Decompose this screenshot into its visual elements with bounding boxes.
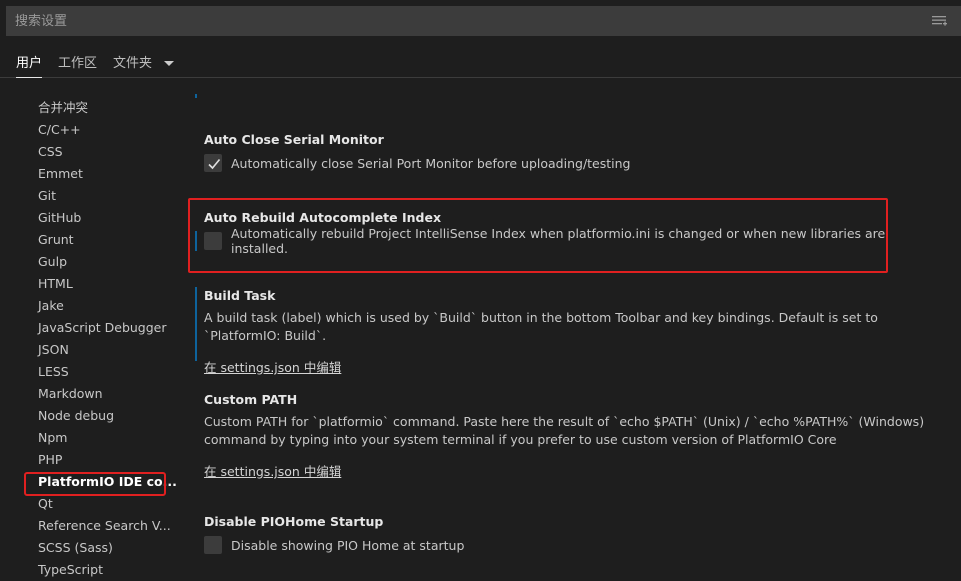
sidebar-item-gulp[interactable]: Gulp <box>38 253 67 271</box>
setting-build-task: Build Task A build task (label) which is… <box>195 287 944 376</box>
checkbox-label: Disable showing PIO Home at startup <box>231 537 465 553</box>
search-bar <box>6 6 961 36</box>
setting-title: Auto Close Serial Monitor <box>204 132 384 147</box>
tab-folder-label: 文件夹 <box>113 56 153 71</box>
sidebar-item-grunt[interactable]: Grunt <box>38 231 74 249</box>
sidebar-item-npm[interactable]: Npm <box>38 429 67 447</box>
modified-indicator-bar <box>195 287 197 361</box>
sidebar-item-scss[interactable]: SCSS (Sass) <box>38 539 113 557</box>
tab-folder[interactable]: 文件夹 <box>113 52 175 77</box>
checkbox-row: Automatically close Serial Port Monitor … <box>204 153 944 173</box>
settings-page: 用户 工作区 文件夹 合并冲突 C/C++ CSS Emmet Git GitH… <box>0 0 961 581</box>
edit-in-settings-json-link[interactable]: 在 settings.json 中编辑 <box>204 461 341 480</box>
sidebar-annotation-highlight <box>24 472 166 496</box>
sidebar-item-json[interactable]: JSON <box>38 341 69 359</box>
setting-custom-path: Custom PATH Custom PATH for `platformio`… <box>204 391 944 480</box>
settings-scope-tabs: 用户 工作区 文件夹 <box>0 44 961 78</box>
sidebar-item-less[interactable]: LESS <box>38 363 69 381</box>
chevron-down-icon[interactable] <box>164 60 175 67</box>
sidebar-item-javascript-debugger[interactable]: JavaScript Debugger <box>38 319 167 337</box>
sidebar-item-typescript[interactable]: TypeScript <box>38 561 103 579</box>
sidebar-item-github[interactable]: GitHub <box>38 209 81 227</box>
sidebar-item-git[interactable]: Git <box>38 187 56 205</box>
tab-user[interactable]: 用户 <box>16 52 43 78</box>
sidebar-item-php[interactable]: PHP <box>38 451 62 469</box>
settings-toc-sidebar: 合并冲突 C/C++ CSS Emmet Git GitHub Grunt Gu… <box>0 96 180 581</box>
setting-description: Custom PATH for `platformio` command. Pa… <box>204 414 925 447</box>
setting-annotation-highlight <box>188 198 888 273</box>
edit-in-settings-json-link[interactable]: 在 settings.json 中编辑 <box>204 357 341 376</box>
sidebar-item-qt[interactable]: Qt <box>38 495 53 513</box>
checkmark-icon <box>208 158 221 170</box>
disable-piohome-checkbox[interactable] <box>204 536 222 554</box>
setting-description: A build task (label) which is used by `B… <box>204 310 878 343</box>
checkbox-label: Automatically close Serial Port Monitor … <box>231 155 631 171</box>
sidebar-item-merge-conflict[interactable]: 合并冲突 <box>38 99 88 117</box>
scroll-edge-indicator <box>195 94 197 98</box>
sidebar-item-cpp[interactable]: C/C++ <box>38 121 81 139</box>
filter-list-icon[interactable] <box>932 15 948 27</box>
setting-title: Disable PIOHome Startup <box>204 514 384 529</box>
sidebar-item-emmet[interactable]: Emmet <box>38 165 83 183</box>
setting-auto-close-serial-monitor: Auto Close Serial Monitor Automatically … <box>204 131 944 173</box>
auto-close-checkbox[interactable] <box>204 154 222 172</box>
setting-title: Custom PATH <box>204 392 298 407</box>
sidebar-item-jake[interactable]: Jake <box>38 297 64 315</box>
sidebar-item-css[interactable]: CSS <box>38 143 63 161</box>
search-input[interactable] <box>7 7 907 35</box>
checkbox-row: Disable showing PIO Home at startup <box>204 535 944 555</box>
sidebar-item-reference-search[interactable]: Reference Search V... <box>38 517 171 535</box>
tab-workspace[interactable]: 工作区 <box>58 52 97 77</box>
settings-list: Auto Close Serial Monitor Automatically … <box>195 94 961 581</box>
sidebar-item-html[interactable]: HTML <box>38 275 73 293</box>
sidebar-item-node-debug[interactable]: Node debug <box>38 407 114 425</box>
setting-title: Build Task <box>204 288 276 303</box>
setting-disable-piohome-startup: Disable PIOHome Startup Disable showing … <box>204 513 944 555</box>
sidebar-item-markdown[interactable]: Markdown <box>38 385 103 403</box>
